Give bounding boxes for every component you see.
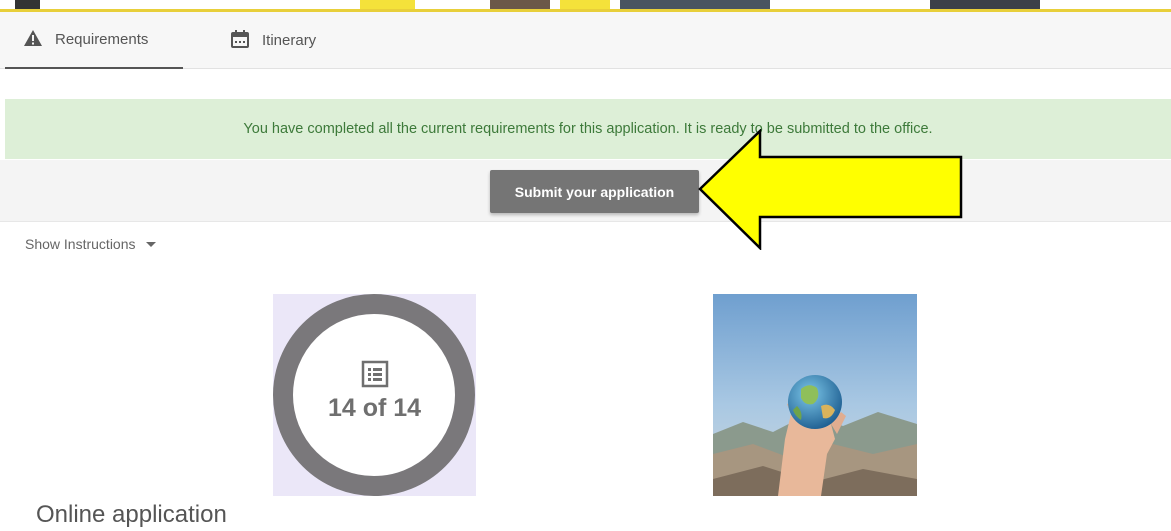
progress-count: 14 of 14 [327, 394, 422, 422]
action-row: Submit your application [0, 160, 1171, 222]
globe-in-hand-photo [713, 294, 917, 496]
yellow-arrow-annotation [698, 129, 963, 250]
calendar-icon [230, 29, 250, 53]
hero-banner-strip [0, 0, 1171, 12]
tab-itinerary[interactable]: Itinerary [230, 12, 316, 69]
tab-bar: Requirements Itinerary [0, 12, 1171, 69]
submit-application-button[interactable]: Submit your application [490, 170, 699, 213]
tab-itinerary-label: Itinerary [262, 32, 317, 49]
globe-image-card[interactable] [713, 294, 917, 496]
show-instructions-label: Show Instructions [25, 236, 136, 252]
page: Requirements Itinerary You have complete… [0, 0, 1171, 531]
tab-requirements-label: Requirements [55, 31, 149, 48]
warning-icon [23, 29, 43, 51]
caret-down-icon [145, 241, 156, 247]
tab-requirements[interactable]: Requirements [5, 12, 183, 69]
online-application-progress-card[interactable]: 14 of 14 [273, 294, 476, 496]
show-instructions-toggle[interactable]: Show Instructions [25, 236, 156, 252]
section-title: Online application [36, 501, 227, 528]
list-icon [273, 360, 476, 388]
completion-alert: You have completed all the current requi… [5, 99, 1171, 159]
